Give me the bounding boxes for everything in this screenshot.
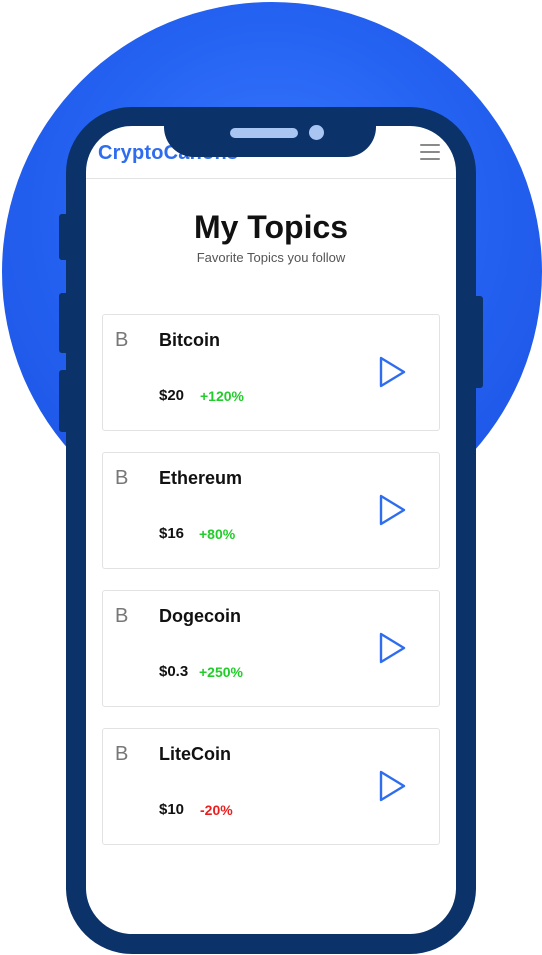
topic-price: $20 (159, 387, 185, 404)
play-icon[interactable] (378, 355, 408, 389)
front-camera (309, 125, 324, 140)
menu-line (420, 151, 440, 153)
topic-name: Ethereum (159, 468, 243, 488)
topic-card-ethereum[interactable]: B Ethereum $16 +80% (102, 452, 440, 569)
play-icon[interactable] (378, 493, 408, 527)
topic-change: +250% (199, 664, 243, 680)
stage: CryptoCanons My Topics Favorite Topics y… (0, 0, 542, 955)
topic-change: +80% (199, 526, 236, 542)
topic-name: Dogecoin (159, 606, 242, 626)
phone-notch (164, 107, 376, 157)
topic-letter-icon: B (115, 329, 129, 351)
menu-line (420, 144, 440, 146)
menu-line (420, 158, 440, 160)
topic-letter-icon: B (115, 743, 129, 765)
topic-letter-icon: B (115, 467, 129, 489)
topic-card-dogecoin[interactable]: B Dogecoin $0.3 +250% (102, 590, 440, 707)
play-icon[interactable] (378, 769, 408, 803)
topic-change: -20% (200, 802, 233, 818)
topic-letter-icon: B (115, 605, 129, 627)
speaker-grille (230, 128, 298, 138)
phone-screen: CryptoCanons My Topics Favorite Topics y… (86, 126, 456, 934)
page-subtitle: Favorite Topics you follow (196, 250, 346, 265)
topic-name: LiteCoin (159, 744, 231, 764)
play-icon[interactable] (378, 631, 408, 665)
topic-card-litecoin[interactable]: B LiteCoin $10 -20% (102, 728, 440, 845)
topic-price: $0.3 (159, 663, 189, 680)
topic-change: +120% (200, 388, 244, 404)
hamburger-menu-icon[interactable] (420, 144, 440, 160)
topic-price: $16 (159, 525, 185, 542)
topic-price: $10 (159, 801, 185, 818)
topic-card-bitcoin[interactable]: B Bitcoin $20 +120% (102, 314, 440, 431)
page-title: My Topics (193, 209, 349, 245)
topic-name: Bitcoin (159, 330, 220, 350)
